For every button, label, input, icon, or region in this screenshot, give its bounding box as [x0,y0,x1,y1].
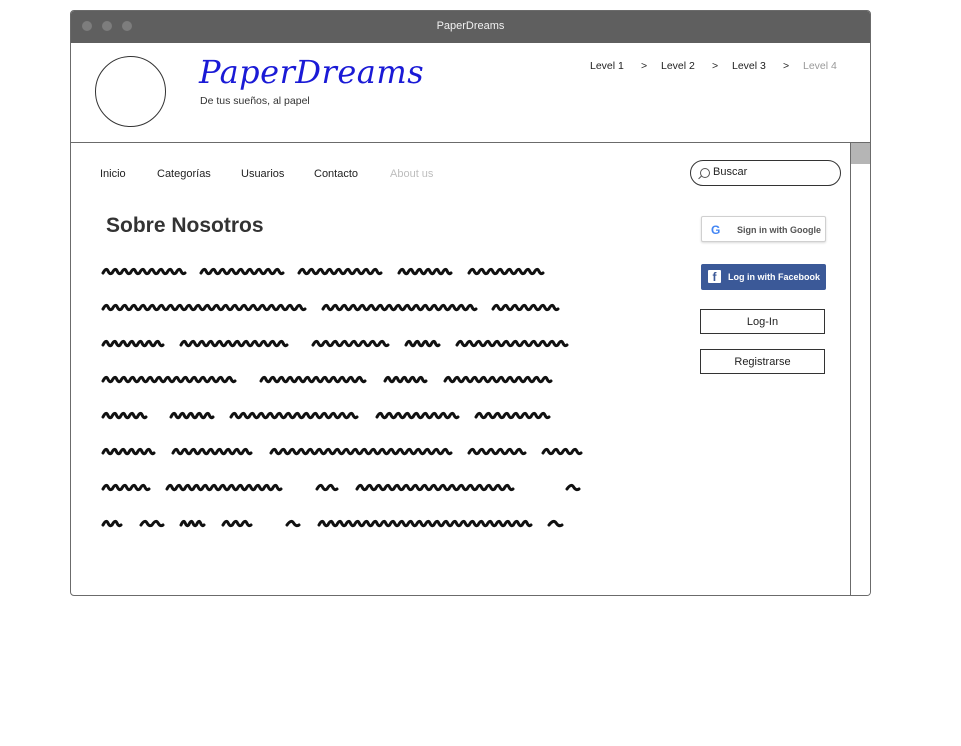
breadcrumb-separator: > [783,60,790,72]
window-titlebar: PaperDreams [71,11,870,43]
breadcrumb-level-1[interactable]: Level 1 [590,60,624,72]
scribble-line [315,483,339,492]
breadcrumb-separator: > [712,60,719,72]
scribble-line [565,483,581,492]
vertical-scrollbar[interactable] [850,143,870,595]
scribble-line [101,375,237,384]
page-title: Sobre Nosotros [106,214,264,237]
facebook-icon: f [708,270,721,284]
nav-item-contacto[interactable]: Contacto [314,168,358,180]
scribble-line [199,267,285,276]
scribble-line [467,447,527,456]
login-button[interactable]: Log-In [700,309,825,334]
scribble-line [547,519,564,528]
scribble-line [491,303,560,312]
nav-item-usuarios[interactable]: Usuarios [241,168,284,180]
scribble-line [455,339,569,348]
scribble-line [101,267,187,276]
brand-name[interactable]: PaperDreams [199,53,424,91]
scribble-line [101,519,123,528]
scribble-line [101,447,156,456]
browser-window: PaperDreams PaperDreams De tus sueños, a… [70,10,871,596]
scribble-line [321,303,478,312]
scribble-line [397,267,453,276]
page-content: Inicio Categorías Usuarios Contacto Abou… [71,143,850,595]
scribble-line [297,267,383,276]
nav-item-categorias[interactable]: Categorías [157,168,211,180]
scribble-line [101,483,151,492]
nav-item-inicio[interactable]: Inicio [100,168,126,180]
scribble-line [355,483,515,492]
scribble-line [541,447,583,456]
register-button[interactable]: Registrarse [700,349,825,374]
scribble-line [474,411,551,420]
scribble-line [221,519,253,528]
facebook-login-label: Log in with Facebook [728,272,820,282]
scribble-line [443,375,553,384]
breadcrumb-level-4-current: Level 4 [803,60,837,72]
breadcrumb-level-3[interactable]: Level 3 [732,60,766,72]
google-signin-button[interactable]: G Sign in with Google [701,216,826,242]
scribble-line [285,519,301,528]
scribble-line [171,447,253,456]
breadcrumb-level-2[interactable]: Level 2 [661,60,695,72]
search-input[interactable] [713,165,833,179]
breadcrumb-separator: > [641,60,648,72]
google-signin-label: Sign in with Google [737,225,821,235]
scribble-line [467,267,545,276]
scribble-line [179,519,206,528]
scribble-line [101,339,165,348]
scribble-line [404,339,441,348]
search-box[interactable] [690,160,841,186]
scribble-line [317,519,533,528]
scribble-line [101,411,148,420]
logo-placeholder[interactable] [95,56,166,127]
scribble-line [311,339,390,348]
site-header: PaperDreams De tus sueños, al papel Leve… [71,43,870,143]
scribble-line [229,411,359,420]
nav-item-about-us: About us [390,168,434,180]
scribble-line [375,411,460,420]
google-icon: G [711,223,721,237]
search-icon [700,168,710,178]
scribble-line [269,447,453,456]
scribble-line [101,303,307,312]
scribble-line [165,483,283,492]
scribble-line [383,375,428,384]
scribble-line [179,339,289,348]
window-title: PaperDreams [436,20,505,32]
facebook-login-button[interactable]: f Log in with Facebook [701,264,826,290]
scribble-line [259,375,367,384]
scribble-line [169,411,215,420]
scribble-line [139,519,165,528]
scrollbar-thumb[interactable] [851,143,870,164]
brand-tagline: De tus sueños, al papel [200,95,310,107]
placeholder-text-block [101,267,583,528]
